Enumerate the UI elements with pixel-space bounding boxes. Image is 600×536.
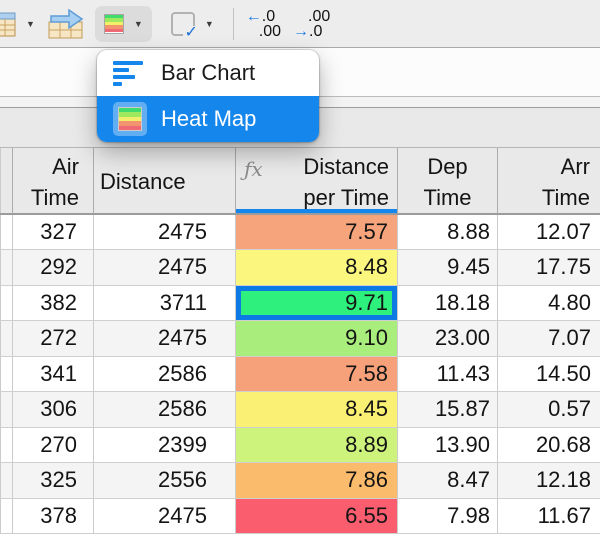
cell-distance[interactable]: 2399 (93, 427, 236, 463)
cell-dep-time[interactable]: 7.98 (397, 498, 498, 534)
formula-icon: ƒx (244, 157, 263, 181)
cell-dep-time[interactable]: 13.90 (397, 427, 498, 463)
row-margin-cell (0, 498, 13, 534)
left-arrow-icon: ← (245, 7, 262, 25)
cell-distance-per-time[interactable]: 7.86 (235, 462, 398, 499)
heat-map-icon (113, 102, 147, 136)
selected-column-underline (236, 209, 397, 213)
cell-distance[interactable]: 3711 (93, 285, 236, 321)
cell-arr-time[interactable]: 7.07 (497, 320, 600, 357)
bar-chart-icon (113, 56, 147, 90)
row-margin-header (0, 148, 13, 215)
cell-distance[interactable]: 2586 (93, 356, 236, 392)
cell-distance[interactable]: 2586 (93, 391, 236, 428)
table-row: 382 3711 9.71 18.18 4.80 (0, 285, 600, 321)
export-table-icon[interactable] (47, 7, 85, 41)
heat-map-icon (103, 13, 124, 34)
cell-air-time[interactable]: 341 (12, 356, 94, 392)
cell-dep-time[interactable]: 9.45 (397, 249, 498, 286)
checkbox-format-button[interactable]: ✓ ▼ (162, 4, 223, 44)
cell-dep-time[interactable]: 23.00 (397, 320, 498, 357)
toolbar-separator (232, 7, 234, 40)
cell-dep-time[interactable]: 18.18 (397, 285, 498, 321)
cell-distance[interactable]: 2475 (93, 498, 236, 534)
row-margin-cell (0, 427, 13, 463)
row-margin-cell (0, 320, 13, 357)
table-row: 327 2475 7.57 8.88 12.07 (0, 214, 600, 250)
cell-arr-time[interactable]: 11.67 (497, 498, 600, 534)
cell-dep-time[interactable]: 8.47 (397, 462, 498, 499)
chevron-down-icon[interactable]: ▼ (134, 19, 143, 29)
cell-arr-time[interactable]: 12.18 (497, 462, 600, 499)
cell-dep-time[interactable]: 15.87 (397, 391, 498, 428)
row-margin-cell (0, 285, 13, 321)
table-row: 306 2586 8.45 15.87 0.57 (0, 391, 600, 428)
table-row: 378 2475 6.55 7.98 11.67 (0, 498, 600, 534)
cell-air-time[interactable]: 306 (12, 391, 94, 428)
chart-type-menu: Bar Chart Heat Map (97, 50, 319, 142)
table-row: 341 2586 7.58 11.43 14.50 (0, 356, 600, 392)
menu-item-label: Bar Chart (161, 60, 256, 85)
cell-air-time[interactable]: 272 (12, 320, 94, 357)
chevron-down-icon[interactable]: ▼ (26, 19, 35, 29)
data-table: Air Time Distance ƒx Distance per Time D… (0, 148, 600, 534)
cell-distance-per-time[interactable]: 8.89 (235, 427, 398, 463)
cell-arr-time[interactable]: 17.75 (497, 249, 600, 286)
cell-air-time[interactable]: 292 (12, 249, 94, 286)
header-row: Air Time Distance ƒx Distance per Time D… (0, 148, 600, 215)
row-margin-cell (0, 214, 13, 250)
cell-distance-per-time[interactable]: 7.58 (235, 356, 398, 392)
cell-arr-time[interactable]: 4.80 (497, 285, 600, 321)
column-header-distance[interactable]: Distance (93, 148, 236, 215)
chevron-down-icon[interactable]: ▼ (205, 19, 214, 29)
cell-air-time[interactable]: 270 (12, 427, 94, 463)
row-margin-cell (0, 249, 13, 286)
cell-distance[interactable]: 2475 (93, 249, 236, 286)
cell-distance-per-time[interactable]: 9.10 (235, 320, 398, 357)
table-row: 325 2556 7.86 8.47 12.18 (0, 462, 600, 499)
menu-item-label: Heat Map (161, 106, 257, 131)
cell-dep-time[interactable]: 8.88 (397, 214, 498, 250)
checkmark-icon: ✓ (183, 23, 198, 41)
cell-distance-per-time[interactable]: 8.45 (235, 391, 398, 428)
table-icon[interactable] (0, 9, 16, 39)
cell-arr-time[interactable]: 14.50 (497, 356, 600, 392)
table-row: 270 2399 8.89 13.90 20.68 (0, 427, 600, 463)
cell-air-time[interactable]: 325 (12, 462, 94, 499)
toolbar: ▼ ▼ ✓ ▼ ←.0 .00 .00 →.0 (0, 0, 600, 48)
row-margin-cell (0, 462, 13, 499)
increase-decimal-button[interactable]: ←.0 .00 (245, 7, 281, 39)
right-arrow-icon: → (293, 22, 310, 40)
menu-item-bar-chart[interactable]: Bar Chart (97, 50, 319, 96)
cell-air-time[interactable]: 327 (12, 214, 94, 250)
cell-distance-per-time[interactable]: 8.48 (235, 249, 398, 286)
cell-dep-time[interactable]: 11.43 (397, 356, 498, 392)
row-margin-cell (0, 356, 13, 392)
row-margin-cell (0, 391, 13, 428)
checkbox-icon: ✓ (170, 11, 198, 41)
cell-arr-time[interactable]: 12.07 (497, 214, 600, 250)
cell-distance-per-time[interactable]: 7.57 (235, 214, 398, 250)
column-header-air-time[interactable]: Air Time (12, 148, 94, 215)
column-header-arr-time[interactable]: Arr Time (497, 148, 600, 215)
cell-distance[interactable]: 2475 (93, 320, 236, 357)
table-row: 292 2475 8.48 9.45 17.75 (0, 249, 600, 286)
cell-air-time[interactable]: 382 (12, 285, 94, 321)
cell-distance[interactable]: 2475 (93, 214, 236, 250)
decrease-decimal-button[interactable]: .00 →.0 (293, 8, 330, 40)
cell-arr-time[interactable]: 0.57 (497, 391, 600, 428)
menu-item-heat-map[interactable]: Heat Map (97, 96, 319, 142)
heatmap-format-button[interactable]: ▼ (94, 5, 152, 42)
column-header-dep-time[interactable]: Dep Time (397, 148, 498, 215)
cell-distance[interactable]: 2556 (93, 462, 236, 499)
cell-arr-time[interactable]: 20.68 (497, 427, 600, 463)
cell-distance-per-time[interactable]: 6.55 (235, 498, 398, 534)
cell-air-time[interactable]: 378 (12, 498, 94, 534)
table-row: 272 2475 9.10 23.00 7.07 (0, 320, 600, 357)
cell-distance-per-time-selected[interactable]: 9.71 (235, 285, 398, 321)
column-header-distance-per-time[interactable]: ƒx Distance per Time (235, 148, 398, 215)
